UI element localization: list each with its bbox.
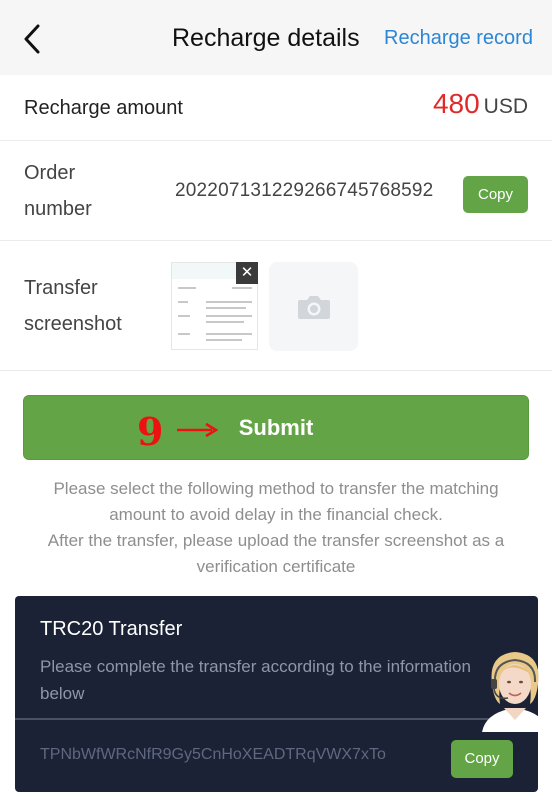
thumbnail-line xyxy=(206,333,252,335)
wallet-address: TPNbWfWRcNfR9Gy5CnHoXEADTRqVWX7xTo xyxy=(40,746,386,763)
thumbnail-line xyxy=(178,315,190,317)
thumbnail-line xyxy=(178,301,188,303)
step-annotation-number: 9 xyxy=(137,409,164,454)
thumbnail-line xyxy=(178,333,190,335)
thumbnail-line xyxy=(206,301,252,303)
close-icon[interactable]: ✕ xyxy=(236,262,258,284)
transfer-notice: Please select the following method to tr… xyxy=(24,476,528,580)
thumbnail-line xyxy=(206,315,252,317)
header-bar: Recharge details Recharge record xyxy=(0,0,552,75)
recharge-amount-label: Recharge amount xyxy=(24,97,183,119)
order-number-value: 20220713122926674576859​2 xyxy=(175,180,434,201)
order-number-label: Order number xyxy=(24,162,92,220)
thumbnail-line xyxy=(232,287,252,289)
thumbnail-line xyxy=(206,307,246,309)
thumbnail-line xyxy=(206,339,242,341)
panel-divider xyxy=(15,718,538,720)
camera-icon xyxy=(298,296,330,319)
recharge-record-link[interactable]: Recharge record xyxy=(384,27,533,50)
submit-label: Submit xyxy=(238,415,314,440)
thumbnail-line xyxy=(206,321,244,323)
page-title: Recharge details xyxy=(172,24,360,52)
arrow-right-icon xyxy=(177,422,218,438)
submit-button[interactable]: Submit xyxy=(23,395,529,460)
notice-line-1: Please select the following method to tr… xyxy=(53,479,499,524)
recharge-amount-row: Recharge amount 480 USD xyxy=(0,75,552,141)
thumbnail-line xyxy=(178,287,196,289)
amount-number: 480 xyxy=(432,88,480,119)
upload-screenshot-button[interactable] xyxy=(269,262,358,351)
amount-unit: USD xyxy=(483,95,528,118)
recharge-amount-value: 480 USD xyxy=(433,88,528,120)
customer-service-avatar-icon[interactable] xyxy=(478,646,552,732)
transfer-panel-title: TRC20 Transfer xyxy=(40,618,183,640)
transfer-panel-description: Please complete the transfer according t… xyxy=(40,657,471,703)
copy-address-button[interactable]: Copy xyxy=(451,740,513,778)
transfer-screenshot-label: Transfer screenshot xyxy=(24,277,122,335)
copy-order-number-button[interactable]: Copy xyxy=(463,176,528,213)
notice-line-2: After the transfer, please upload the tr… xyxy=(47,531,505,576)
chevron-left-icon[interactable] xyxy=(18,22,48,56)
